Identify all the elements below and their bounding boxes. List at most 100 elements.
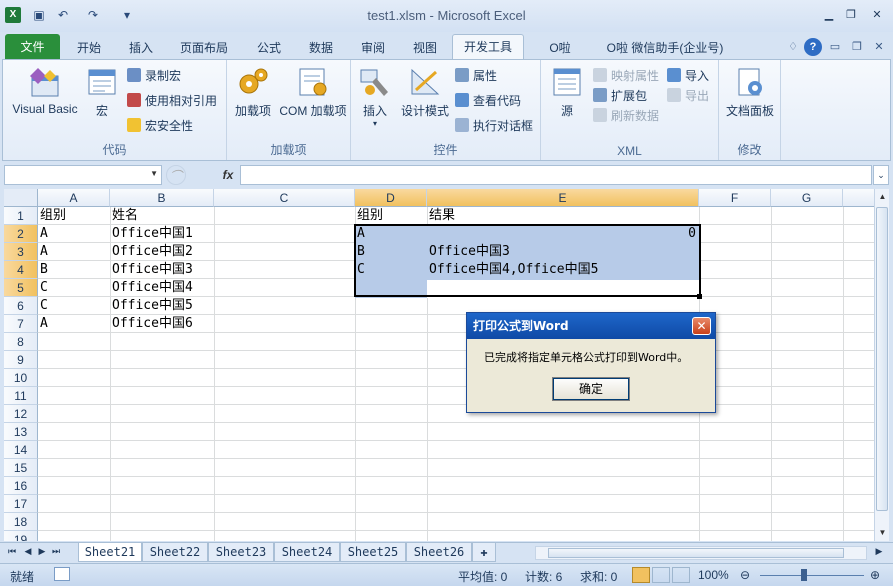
name-box-dropdown-icon[interactable]: ▼ [150,169,158,178]
cell-a5[interactable]: C [38,279,48,297]
column-header-h[interactable] [843,189,874,207]
horizontal-scroll-thumb[interactable] [548,548,844,558]
import-button[interactable]: 导入 [667,66,709,86]
tab-formulas[interactable]: 公式 [248,36,290,60]
zoom-slider[interactable] [760,575,864,576]
cell-a2[interactable]: A [38,225,48,243]
tab-file[interactable]: 文件 [5,34,60,60]
sheet-tab-sheet22[interactable]: Sheet22 [142,543,208,562]
cell-d2[interactable]: A [355,225,365,243]
tab-view[interactable]: 视图 [404,36,446,60]
wb-minimize-icon[interactable]: ▭ [826,38,844,56]
record-macro-button[interactable]: 录制宏 [127,66,181,86]
cell-a6[interactable]: C [38,297,48,315]
row-header-4[interactable]: 4 [4,261,38,279]
dialog-close-icon[interactable]: ✕ [692,317,711,335]
visual-basic-button[interactable]: Visual Basic [9,66,81,116]
row-header-13[interactable]: 13 [4,423,38,441]
page-layout-view-icon[interactable] [652,567,670,583]
macro-record-icon[interactable] [54,567,70,581]
cell-a1[interactable]: 组别 [38,207,66,225]
row-header-14[interactable]: 14 [4,441,38,459]
row-header-2[interactable]: 2 [4,225,38,243]
com-addins-button[interactable]: COM 加载项 [277,66,349,119]
prev-sheet-icon[interactable]: ◀ [22,546,34,557]
refresh-data-button[interactable]: 刷新数据 [593,106,659,126]
dialog-ok-button[interactable]: 确定 [552,377,630,401]
tab-data[interactable]: 数据 [300,36,342,60]
wb-close-icon[interactable]: ✕ [870,38,888,56]
macros-button[interactable]: 宏 [85,66,119,119]
cell-a4[interactable]: B [38,261,48,279]
row-header-12[interactable]: 12 [4,405,38,423]
wb-restore-icon[interactable]: ❐ [848,38,866,56]
vertical-scrollbar[interactable]: ▲ ▼ [874,189,889,541]
zoom-slider-thumb[interactable] [801,569,807,581]
insert-control-button[interactable]: 插入 ▾ [357,66,393,128]
relative-ref-button[interactable]: 使用相对引用 [127,91,217,111]
sheet-tab-sheet21[interactable]: Sheet21 [78,543,142,562]
tab-developer[interactable]: 开发工具 [452,34,524,61]
insert-sheet-icon[interactable]: ✚ [472,543,496,562]
row-header-8[interactable]: 8 [4,333,38,351]
cell-b7[interactable]: Office中国6 [110,315,193,333]
tab-review[interactable]: 审阅 [352,36,394,60]
name-box[interactable]: ▼ [4,165,162,185]
tab-home[interactable]: 开始 [68,36,110,60]
cell-e3[interactable]: Office中国3 [427,243,510,261]
row-header-5[interactable]: 5 [4,279,38,297]
tab-insert[interactable]: 插入 [120,36,162,60]
row-header-7[interactable]: 7 [4,315,38,333]
sheet-tab-sheet26[interactable]: Sheet26 [406,543,472,562]
cell-b6[interactable]: Office中国5 [110,297,193,315]
zoom-level[interactable]: 100% [698,568,729,582]
collapse-ribbon-icon[interactable]: ♢ [784,38,802,56]
zoom-in-icon[interactable]: ⊕ [870,568,880,582]
column-header-g[interactable]: G [771,189,843,207]
view-code-button[interactable]: 查看代码 [455,91,521,111]
restore-icon[interactable]: ❐ [840,7,862,23]
formula-input[interactable] [240,165,872,185]
tab-ola[interactable]: O啦 [540,36,580,60]
scroll-right-icon[interactable]: ▶ [873,546,885,557]
select-all-corner[interactable] [4,189,38,207]
horizontal-scrollbar[interactable] [535,546,867,560]
source-button[interactable]: 源 [549,66,585,119]
fill-handle[interactable] [697,294,702,299]
cell-d3[interactable]: B [355,243,365,261]
row-header-18[interactable]: 18 [4,513,38,531]
row-header-16[interactable]: 16 [4,477,38,495]
column-header-d[interactable]: D [355,189,427,207]
properties-button[interactable]: 属性 [455,66,497,86]
cell-d4[interactable]: C [355,261,365,279]
expand-formula-bar-icon[interactable]: ⌄ [873,165,889,185]
scroll-down-icon[interactable]: ▼ [875,525,890,540]
row-header-17[interactable]: 17 [4,495,38,513]
row-header-6[interactable]: 6 [4,297,38,315]
scroll-up-icon[interactable]: ▲ [875,189,890,204]
dialog-title[interactable]: 打印公式到Word [467,313,715,339]
cell-a3[interactable]: A [38,243,48,261]
row-header-15[interactable]: 15 [4,459,38,477]
tab-ola-wechat[interactable]: O啦 微信助手(企业号) [600,36,730,60]
design-mode-button[interactable]: 设计模式 [399,66,451,119]
cell-b5[interactable]: Office中国4 [110,279,193,297]
cell-e2[interactable]: 0 [427,225,699,243]
help-icon[interactable]: ? [804,38,822,56]
vertical-scroll-thumb[interactable] [876,207,888,511]
column-header-a[interactable]: A [38,189,110,207]
normal-view-icon[interactable] [632,567,650,583]
zoom-out-icon[interactable]: ⊖ [740,568,750,582]
cell-b2[interactable]: Office中国1 [110,225,193,243]
worksheet-grid[interactable]: A B C D E F G 1 2 3 4 5 6 7 8 9 10 11 12… [4,189,874,541]
last-sheet-icon[interactable]: ⏭ [50,546,62,557]
row-header-1[interactable]: 1 [4,207,38,225]
formula-options-icon[interactable]: ⌒ [166,165,186,185]
cell-a7[interactable]: A [38,315,48,333]
row-header-9[interactable]: 9 [4,351,38,369]
row-header-19[interactable]: 19 [4,531,38,541]
expansion-packs-button[interactable]: 扩展包 [593,86,647,106]
sheet-tab-sheet23[interactable]: Sheet23 [208,543,274,562]
run-dialog-button[interactable]: 执行对话框 [455,116,533,136]
minimize-icon[interactable]: ▁ [818,7,840,23]
